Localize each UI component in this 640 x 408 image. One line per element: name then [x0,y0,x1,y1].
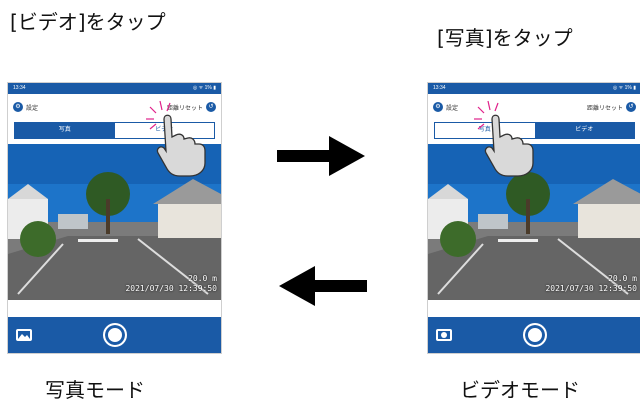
phone-screen-video-mode: 13:34 ◎ ᯤ 1% ▮ ⚙ 設定 距離リセット ↺ 写真 ビデオ 20.0… [427,82,640,354]
distance-readout: 20.0 m [608,274,637,283]
reset-icon: ↺ [626,102,636,112]
tab-photo[interactable]: 写真 [15,123,115,138]
bottom-toolbar [8,317,221,353]
status-bar: 13:34 ◎ ᯤ 1% ▮ [428,83,640,94]
measurement-overlay: 20.0 m 2021/07/30 12:39:50 [545,274,637,294]
status-icons: ◎ ᯤ 1% ▮ [192,85,216,91]
tap-hand-icon [474,100,534,177]
status-time: 13:34 [13,85,26,91]
arrow-right-icon [277,136,365,176]
caption-right-bottom: ビデオモード [460,378,580,402]
gear-icon: ⚙ [13,102,23,112]
caption-right-top: [写真]をタップ [437,26,573,50]
settings-button[interactable]: ⚙ 設定 [433,102,458,112]
measurement-overlay: 20.0 m 2021/07/30 12:39:50 [125,274,217,294]
caption-left-top: [ビデオ]をタップ [10,10,166,34]
timestamp-readout: 2021/07/30 12:39:50 [125,284,217,293]
caption-left-bottom: 写真モード [45,378,145,402]
shutter-button[interactable] [522,323,547,347]
status-time: 13:34 [433,85,446,91]
shutter-button[interactable] [102,323,127,347]
timestamp-readout: 2021/07/30 12:39:50 [545,284,637,293]
tab-video[interactable]: ビデオ [534,123,634,138]
settings-label: 設定 [446,105,459,112]
gear-icon: ⚙ [433,102,443,112]
video-record-icon[interactable] [436,329,452,341]
tap-hand-icon [146,100,206,177]
distance-readout: 20.0 m [188,274,217,283]
settings-label: 設定 [26,105,39,112]
phone-screen-photo-mode: 13:34 ◎ ᯤ 1% ▮ ⚙ 設定 距離リセット ↺ 写真 ビデオ [7,82,222,354]
status-icons: ◎ ᯤ 1% ▮ [612,85,636,91]
settings-button[interactable]: ⚙ 設定 [13,102,38,112]
status-bar: 13:34 ◎ ᯤ 1% ▮ [8,83,221,94]
distance-reset-button[interactable]: 距離リセット ↺ [587,102,636,112]
bottom-toolbar [428,317,640,353]
distance-reset-label: 距離リセット [586,105,623,112]
gallery-icon[interactable] [16,329,32,341]
arrow-left-icon [279,266,367,306]
